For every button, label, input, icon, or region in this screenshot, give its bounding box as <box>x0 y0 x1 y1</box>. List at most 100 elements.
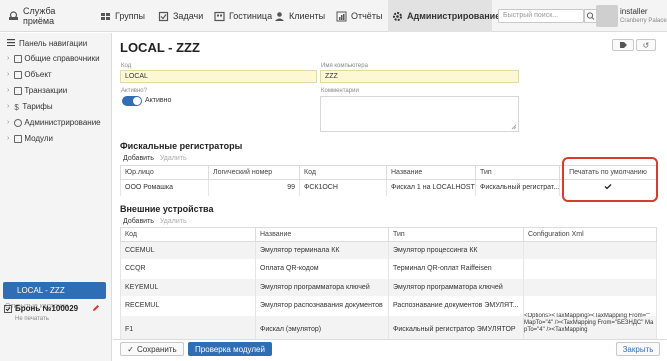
column-header-name[interactable]: Название <box>386 165 476 180</box>
cell-default-print[interactable] <box>559 179 657 196</box>
column-header-code[interactable]: Код <box>120 227 256 242</box>
active-toggle-label: Активно <box>145 97 172 104</box>
table-row[interactable]: KEYEMUL Эмулятор программатора ключей Эм… <box>120 278 657 296</box>
undo-button[interactable]: ↺ <box>636 39 656 51</box>
nav-item-groups[interactable]: Группы <box>100 0 158 32</box>
save-button-label: Сохранить <box>136 344 177 354</box>
booking-status: Не печатать <box>15 316 49 322</box>
cell-xml <box>523 241 657 259</box>
gear-icon <box>14 118 23 127</box>
code-label: Код <box>121 63 132 69</box>
active-toggle[interactable] <box>122 96 142 106</box>
open-card-booking[interactable]: Бронь №100029 <box>4 304 78 313</box>
nav-item-reports[interactable]: Отчёты <box>336 0 390 32</box>
column-header-configuration-xml[interactable]: Configuration Xml <box>523 227 657 242</box>
nav-item-label: Служба приёма <box>23 6 56 26</box>
delete-device-button[interactable]: Удалить <box>160 218 187 225</box>
column-header-default-print[interactable]: Печатать по умолчанию <box>559 165 657 180</box>
column-header-name[interactable]: Название <box>255 227 389 242</box>
code-field[interactable]: LOCAL <box>120 70 317 83</box>
sidebar-item-label: Тарифы <box>22 102 53 111</box>
table-row[interactable]: CCQR Оплата QR-кодом Терминал QR-оплат R… <box>120 258 657 279</box>
sidebar-item-transactions[interactable]: › Транзакции <box>7 86 67 95</box>
sidebar-item-object[interactable]: › Объект <box>7 70 52 79</box>
column-header-logical-number[interactable]: Логический номер <box>208 165 300 180</box>
top-navigation-bar: Служба приёма Группы Задачи Гостиница Кл… <box>0 0 667 32</box>
sidebar-item-modules[interactable]: › Модули <box>7 134 53 143</box>
comments-field[interactable] <box>320 96 519 132</box>
cell-code: ФСК1ОСН <box>299 179 387 196</box>
sidebar-item-references[interactable]: › Общие справочники <box>7 54 100 63</box>
user-organization: Cranberry Palace <box>620 18 667 24</box>
tag-icon <box>620 42 627 48</box>
active-label: Активно? <box>121 88 147 94</box>
chevron-right-icon: › <box>7 71 10 78</box>
sidebar-title[interactable]: Панель навигации <box>7 39 87 48</box>
search-icon <box>586 12 595 20</box>
comments-label: Комментарии <box>321 88 359 94</box>
cell-name: Фискал 1 на LOCALHOST <box>386 179 476 196</box>
checkbox-icon <box>4 304 12 313</box>
column-header-code[interactable]: Код <box>299 165 387 180</box>
chevron-right-icon: › <box>7 87 10 94</box>
cell-name: Эмулятор терминала КК <box>255 241 389 259</box>
menu-icon <box>7 39 15 48</box>
sidebar-title-label: Панель навигации <box>19 39 88 48</box>
tag-button[interactable] <box>612 39 634 51</box>
groups-icon <box>100 11 111 22</box>
delete-fiscal-button[interactable]: Удалить <box>160 155 187 162</box>
cell-entity: ООО Ромашка <box>120 179 209 196</box>
cell-type: Эмулятор процессинга КК <box>388 241 524 259</box>
fiscal-actions: Добавить Удалить <box>123 155 187 162</box>
sidebar-item-administration[interactable]: › Администрирование <box>7 118 101 127</box>
search-input[interactable]: Быстрый поиск... <box>498 9 584 23</box>
cell-type: Распознавание документов ЭМУЛЯТ... <box>388 295 524 316</box>
gear-icon <box>392 11 403 22</box>
nav-item-label: Администрирование <box>407 11 501 21</box>
column-header-type[interactable]: Тип <box>388 227 524 242</box>
nav-item-hotel[interactable]: Гостиница <box>214 0 276 32</box>
cell-name: Эмулятор распознавания документов <box>255 295 389 316</box>
cell-xml <box>523 258 657 279</box>
cell-name: Эмулятор программатора ключей <box>255 278 389 296</box>
table-row[interactable]: CCEMUL Эмулятор терминала КК Эмулятор пр… <box>120 241 657 259</box>
nav-item-reception[interactable]: Служба приёма <box>8 0 88 32</box>
check-modules-button[interactable]: Проверка модулей <box>188 342 272 356</box>
nav-item-clients[interactable]: Клиенты <box>274 0 336 32</box>
sidebar-item-label: Модули <box>24 134 53 143</box>
nav-item-administration[interactable]: Администрирование <box>388 0 500 32</box>
transactions-icon <box>14 86 23 95</box>
cell-xml <box>523 278 657 296</box>
devices-actions: Добавить Удалить <box>123 218 187 225</box>
chevron-right-icon: › <box>7 119 10 126</box>
nav-item-label: Группы <box>115 11 145 21</box>
table-row[interactable]: ООО Ромашка 99 ФСК1ОСН Фискал 1 на LOCAL… <box>120 179 657 196</box>
avatar[interactable] <box>596 5 618 27</box>
add-device-button[interactable]: Добавить <box>123 218 154 225</box>
cell-type: Эмулятор программатора ключей <box>388 278 524 296</box>
chevron-right-icon: › <box>7 55 10 62</box>
sidebar-item-tariffs[interactable]: › $ Тарифы <box>7 102 53 112</box>
cell-code: KEYEMUL <box>120 278 256 296</box>
checkmark-icon <box>604 184 612 190</box>
user-name[interactable]: installer <box>620 7 648 16</box>
column-header-entity[interactable]: Юр.лицо <box>120 165 209 180</box>
devices-section-title: Внешние устройства <box>120 204 214 214</box>
computer-name-field[interactable]: ZZZ <box>320 70 519 83</box>
cell-code: CCQR <box>120 258 256 279</box>
open-card-local-zzz[interactable]: LOCAL - ZZZ <box>3 282 106 299</box>
close-button[interactable]: Закрыть <box>616 342 660 356</box>
add-fiscal-button[interactable]: Добавить <box>123 155 154 162</box>
undo-icon: ↺ <box>642 41 650 50</box>
fiscal-table: Юр.лицо Логический номер Код Название Ти… <box>120 165 657 196</box>
tasks-icon <box>158 11 169 22</box>
fiscal-section-title: Фискальные регистраторы <box>120 141 243 151</box>
folder-icon <box>14 54 23 63</box>
save-button[interactable]: ✓ Сохранить <box>120 342 184 356</box>
reports-icon <box>336 11 347 22</box>
column-header-type[interactable]: Тип <box>475 165 560 180</box>
resize-handle-icon <box>511 124 517 130</box>
clients-icon <box>274 11 285 22</box>
nav-item-tasks[interactable]: Задачи <box>158 0 212 32</box>
pencil-icon[interactable] <box>92 304 100 312</box>
